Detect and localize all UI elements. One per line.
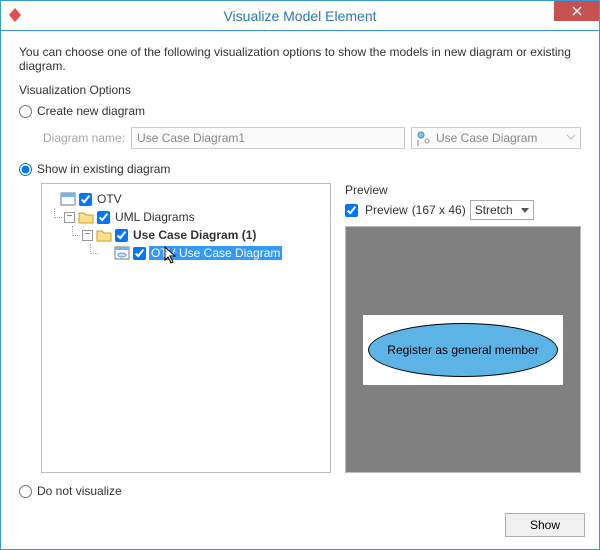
radio-create-input[interactable] (19, 105, 32, 118)
tree-label-uml[interactable]: UML Diagrams (113, 210, 197, 224)
tree-checkbox[interactable] (115, 229, 128, 242)
dialog-body: You can choose one of the following visu… (1, 31, 599, 513)
radio-show-existing-label: Show in existing diagram (37, 162, 170, 176)
radio-show-existing-input[interactable] (19, 163, 32, 176)
preview-check-label: Preview (365, 203, 408, 217)
show-button-label: Show (530, 518, 560, 532)
preview-content: Register as general member (363, 315, 563, 385)
tree-label-root[interactable]: OTV (95, 192, 124, 206)
diagram-name-input (131, 127, 405, 149)
folder-icon (78, 209, 94, 225)
use-case-shape: Register as general member (368, 323, 558, 377)
preview-controls: Preview (167 x 46) Stretch (345, 200, 581, 220)
preview-heading: Preview (345, 183, 581, 197)
radio-do-not-visualize[interactable]: Do not visualize (19, 484, 581, 498)
diagram-name-row: Diagram name: Use Case Diagram (43, 127, 581, 149)
diagram-name-label: Diagram name: (43, 131, 125, 145)
intro-text: You can choose one of the following visu… (19, 45, 581, 73)
preview-mode-select[interactable]: Stretch (470, 200, 534, 220)
radio-show-existing[interactable]: Show in existing diagram (19, 162, 581, 176)
dialog-title: Visualize Model Element (223, 8, 376, 24)
diagram-tree[interactable]: OTV − UML Diagrams (41, 183, 331, 473)
window-icon (60, 191, 76, 207)
diagram-icon (114, 245, 130, 261)
diagram-type-icon (416, 130, 432, 146)
tree-label-otvucd[interactable]: OTV Use Case Diagram (149, 246, 282, 260)
radio-do-not-input[interactable] (19, 485, 32, 498)
chevron-down-icon (566, 132, 576, 147)
tree-node-ucd[interactable]: − Use Case Diagram (1) (82, 226, 326, 262)
tree-checkbox[interactable] (79, 193, 92, 206)
preview-column: Preview Preview (167 x 46) Stretch Regis… (345, 183, 581, 473)
radio-create-label: Create new diagram (37, 104, 145, 118)
expander-icon (46, 194, 57, 205)
use-case-text: Register as general member (387, 343, 538, 357)
diagram-type-label: Use Case Diagram (436, 131, 537, 145)
titlebar[interactable]: Visualize Model Element (1, 1, 599, 31)
dialog-footer: Show (1, 513, 599, 549)
tree-checkbox[interactable] (97, 211, 110, 224)
folder-icon (96, 227, 112, 243)
close-icon (572, 6, 582, 16)
tree-node-uml[interactable]: − UML Diagrams (64, 208, 326, 262)
tree-node-otvucd[interactable]: OTV Use Case Diagram (100, 244, 326, 262)
app-icon (7, 7, 23, 26)
preview-dimensions: (167 x 46) (412, 203, 466, 217)
show-button[interactable]: Show (505, 513, 585, 537)
close-button[interactable] (554, 1, 599, 21)
radio-create-new-diagram[interactable]: Create new diagram (19, 104, 581, 118)
tree-checkbox[interactable] (133, 247, 146, 260)
preview-canvas: Register as general member (345, 226, 581, 473)
tree-label-ucd[interactable]: Use Case Diagram (1) (131, 228, 258, 242)
dialog-window: Visualize Model Element You can choose o… (0, 0, 600, 550)
collapse-icon[interactable]: − (64, 212, 75, 223)
tree-node-root[interactable]: OTV − UML Diagrams (46, 190, 326, 262)
radio-do-not-label: Do not visualize (37, 484, 122, 498)
collapse-icon[interactable]: − (82, 230, 93, 241)
options-group-label: Visualization Options (19, 83, 581, 97)
preview-checkbox[interactable] (345, 204, 358, 217)
chevron-down-icon (521, 208, 529, 213)
main-row: OTV − UML Diagrams (41, 183, 581, 473)
expander-icon (100, 248, 111, 259)
preview-mode-label: Stretch (475, 203, 513, 217)
diagram-type-select: Use Case Diagram (411, 127, 581, 149)
